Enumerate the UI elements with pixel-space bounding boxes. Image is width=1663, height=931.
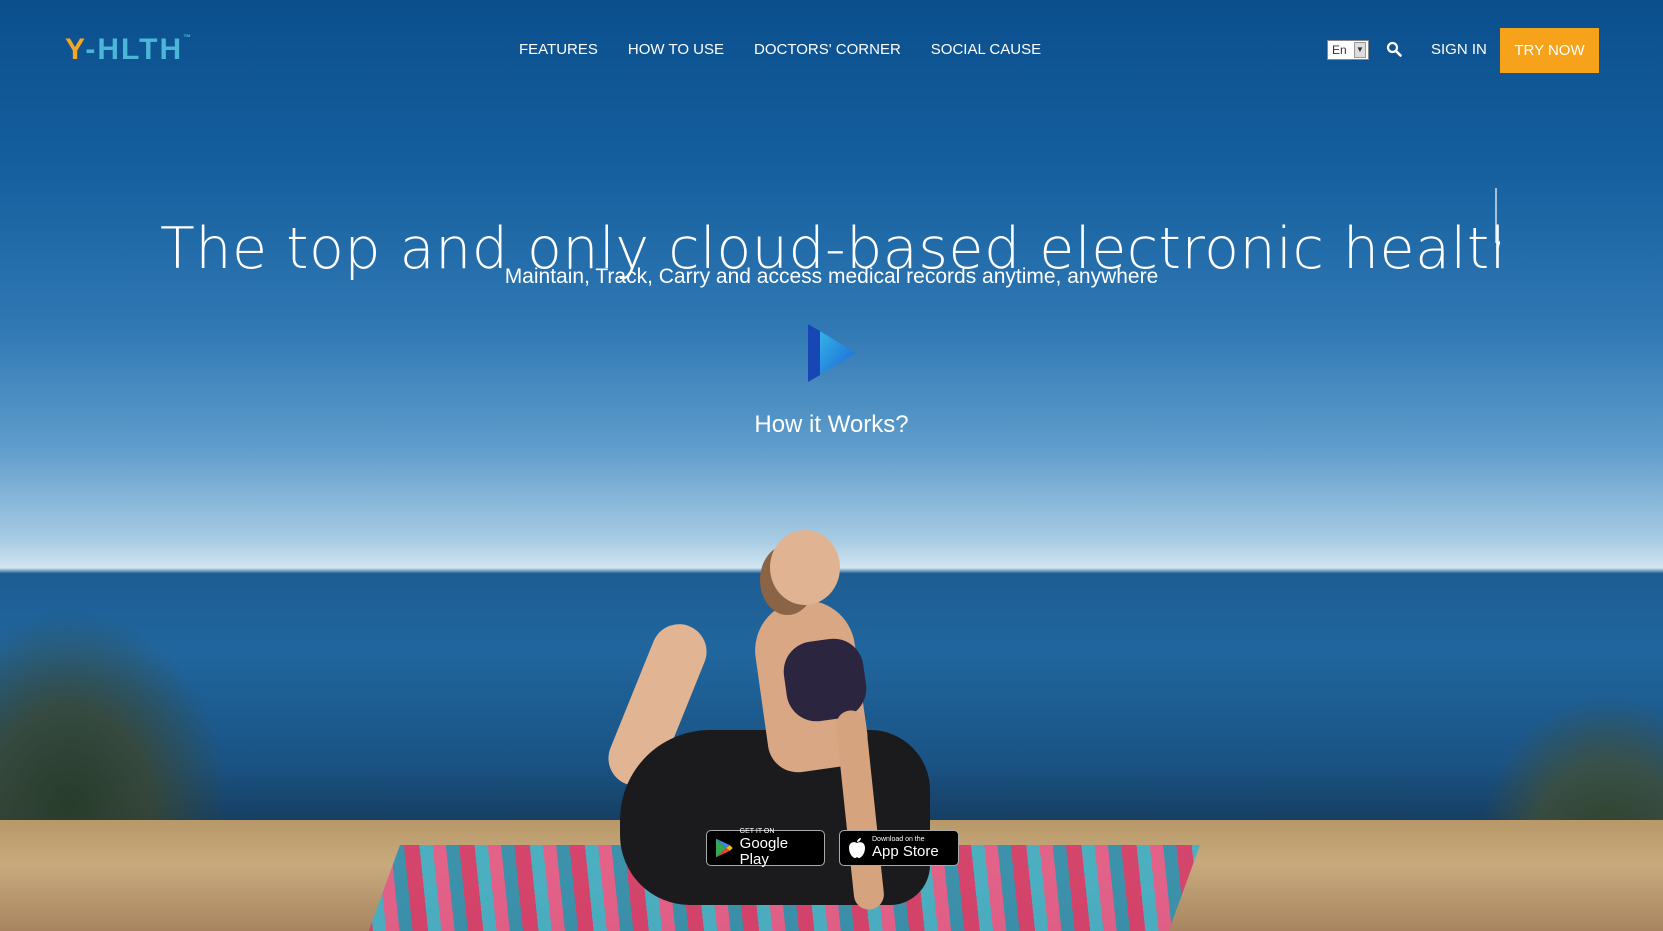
- nav-doctors-corner[interactable]: DOCTORS' CORNER: [754, 41, 901, 58]
- try-now-button[interactable]: TRY NOW: [1500, 28, 1599, 73]
- app-store-badge[interactable]: Download on the App Store: [839, 830, 959, 866]
- nav-features[interactable]: FEATURES: [519, 41, 598, 58]
- head: [770, 530, 840, 605]
- google-play-text: Google Play: [739, 835, 789, 868]
- nav-how-to-use[interactable]: HOW TO USE: [628, 41, 724, 58]
- search-icon[interactable]: [1386, 41, 1402, 57]
- main-menu: FEATURES HOW TO USE DOCTORS' CORNER SOCI…: [519, 41, 1041, 58]
- hero-subheadline: Maintain, Track, Carry and access medica…: [504, 265, 1159, 288]
- logo-trademark: ™: [183, 33, 194, 42]
- sign-in-link[interactable]: SIGN IN: [1431, 41, 1487, 58]
- logo-text: -HLTH: [85, 33, 184, 66]
- logo-y: Y: [65, 33, 86, 66]
- google-play-icon: [715, 838, 733, 858]
- nav-social-cause[interactable]: SOCIAL CAUSE: [931, 41, 1041, 58]
- how-it-works-link[interactable]: How it Works?: [0, 411, 1663, 439]
- apple-icon: [849, 838, 865, 858]
- play-icon[interactable]: [806, 322, 858, 384]
- hero-background: [0, 0, 1663, 931]
- dropdown-arrow-icon: ▼: [1354, 42, 1366, 58]
- app-store-text: App Store: [872, 843, 939, 860]
- logo[interactable]: Y-HLTH™: [65, 33, 193, 67]
- typing-caret: [1495, 188, 1497, 243]
- language-value: En: [1332, 43, 1347, 57]
- google-play-badge[interactable]: GET IT ON Google Play: [706, 828, 825, 868]
- language-select[interactable]: En ▼: [1327, 40, 1369, 60]
- top-nav: Y-HLTH™ FEATURES HOW TO USE DOCTORS' COR…: [0, 0, 1663, 100]
